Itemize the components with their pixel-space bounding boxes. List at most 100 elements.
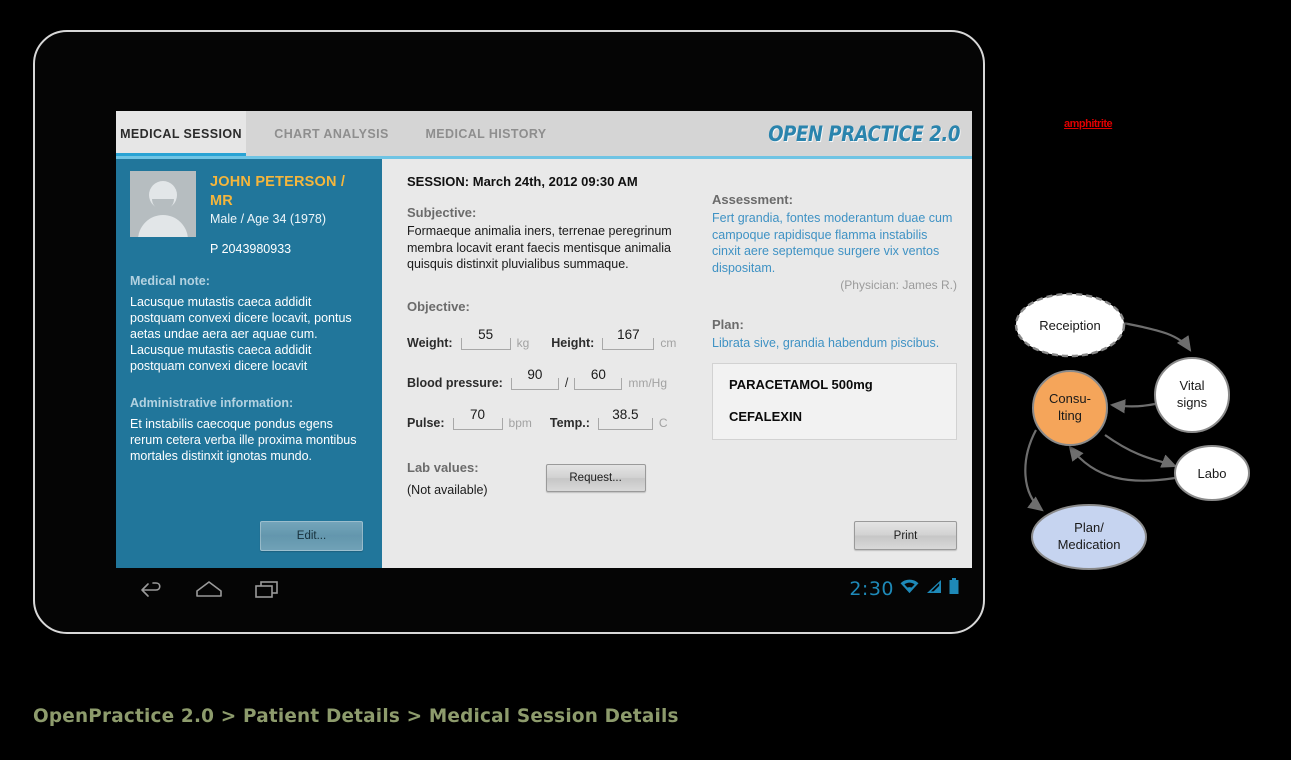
workflow-diagram: Receiption Vital signs Consu- lting Labo [1000,280,1280,580]
height-unit: cm [660,335,677,350]
edge-consulting-to-plan [1024,429,1044,512]
objective-label: Objective: [407,298,470,314]
bp-systolic-value: 90 [527,366,543,382]
diagram-label-labo: Labo [1198,466,1227,481]
diagram-label-plan-line2: Medication [1058,537,1121,552]
lab-values-status: (Not available) [407,482,488,497]
bp-diastolic-input[interactable]: 60 [574,366,623,390]
height-label: Height: [551,335,595,350]
administrative-information-label: Administrative information: [130,396,294,411]
administrative-information-text: Et instabilis caecoque pondus egens reru… [130,417,357,464]
temp-value: 38.5 [612,406,639,422]
temp-unit: C [658,415,668,430]
physician-credit: (Physician: James R.) [840,278,957,292]
recents-icon[interactable] [254,579,282,604]
screenshot-root: MEDICAL SESSION CHART ANALYSIS MEDICAL H… [0,0,1291,760]
height-input[interactable]: 167 [602,326,655,350]
app-logo: OPEN PRACTICE 2.0 [768,122,960,146]
tab-medical-session-label: MEDICAL SESSION [120,126,242,141]
edge-labo-to-consulting [1068,445,1176,482]
medication-list: PARACETAMOL 500mg CEFALEXIN [712,362,957,440]
diagram-label-reception: Receiption [1039,318,1100,333]
wifi-icon [899,578,920,600]
plan-label: Plan: [712,317,744,332]
diagram-node-labo: Labo [1174,445,1250,501]
signal-icon [925,578,943,600]
android-navigation-bar: 2:30 [116,568,972,616]
edge-vitalsigns-to-consulting [1109,399,1156,414]
session-left-column: SESSION: March 24th, 2012 09:30 AM Subje… [407,159,692,498]
session-title: SESSION: March 24th, 2012 09:30 AM [407,174,638,189]
plan-text[interactable]: Librata sive, grandia habendum piscibus. [712,335,957,352]
avatar [130,171,196,237]
diagram-label-plan-line1: Plan/ [1074,520,1104,535]
patient-name: JOHN PETERSON / MR [210,174,346,209]
pulse-input[interactable]: 70 [452,406,503,430]
medical-note-text: Lacusque mutastis caeca addidit postquam… [130,295,352,374]
session-right-column: Assessment: Fert grandia, fontes moderan… [712,159,957,440]
weight-value: 55 [478,326,494,342]
pulse-label: Pulse: [407,415,445,430]
android-nav-icons [138,579,282,604]
red-annotation-tag: amphitrite [1064,118,1113,130]
bp-systolic-input[interactable]: 90 [510,366,559,390]
blood-pressure-unit: mm/Hg [628,375,668,390]
edit-button[interactable]: Edit... [260,521,363,551]
weight-height-row: Weight: 55 kg Height: 167 cm [407,326,692,350]
lab-values-label: Lab values: [407,459,479,475]
tab-chart-analysis-label: CHART ANALYSIS [274,126,389,141]
session-content: SESSION: March 24th, 2012 09:30 AM Subje… [382,159,972,568]
medication-item: CEFALEXIN [729,408,802,424]
patient-demographics: Male / Age 34 (1978) [210,211,327,226]
subjective-label: Subjective: [407,205,477,220]
assessment-label: Assessment: [712,192,793,207]
pulse-value: 70 [470,406,486,422]
diagram-node-plan-medication: Plan/ Medication [1031,504,1147,570]
diagram-node-consulting: Consu- lting [1032,370,1108,446]
temp-input[interactable]: 38.5 [597,406,653,430]
subjective-text: Formaeque animalia iners, terrenae pereg… [407,224,672,271]
diagram-label-consulting-line1: Consu- [1049,391,1091,406]
bp-diastolic-value: 60 [590,366,606,382]
battery-icon [948,577,960,601]
assessment-text[interactable]: Fert grandia, fontes moderantum duae cum… [712,210,957,276]
home-icon[interactable] [194,579,224,604]
tablet-screen: MEDICAL SESSION CHART ANALYSIS MEDICAL H… [116,111,972,616]
avatar-mouth-shape [152,199,174,210]
blood-pressure-label: Blood pressure: [407,375,503,390]
tab-medical-history-label: MEDICAL HISTORY [425,126,547,141]
edge-consulting-to-labo [1104,434,1178,468]
breadcrumb-caption: OpenPractice 2.0 > Patient Details > Med… [33,705,679,727]
tablet-frame: MEDICAL SESSION CHART ANALYSIS MEDICAL H… [33,30,985,634]
weight-input[interactable]: 55 [460,326,511,350]
patient-header: JOHN PETERSON / MR Male / Age 34 (1978) … [130,171,368,256]
print-button[interactable]: Print [854,521,957,550]
tab-medical-history[interactable]: MEDICAL HISTORY [416,111,556,156]
pulse-unit: bpm [508,415,532,430]
edge-reception-to-vitalsigns [1122,321,1192,352]
diagram-node-reception: Receiption [1014,292,1126,358]
medical-note-label: Medical note: [130,274,210,289]
medication-item: PARACETAMOL 500mg [729,376,873,392]
avatar-body-shape [138,215,188,237]
patient-id: P 2043980933 [210,242,292,257]
weight-label: Weight: [407,335,453,350]
tab-medical-session[interactable]: MEDICAL SESSION [116,111,246,156]
diagram-label-vitalsigns-line1: Vital [1179,378,1204,393]
diagram-node-vitalsigns: Vital signs [1154,357,1230,433]
bp-separator: / [564,375,569,390]
weight-unit: kg [516,335,530,350]
lab-values-row: Lab values: (Not available) Request... [407,460,692,499]
diagram-label-vitalsigns-line2: signs [1177,395,1208,410]
height-value: 167 [617,326,640,342]
diagram-label-consulting-line2: lting [1058,408,1082,423]
tab-chart-analysis[interactable]: CHART ANALYSIS [264,111,399,156]
request-button[interactable]: Request... [545,463,646,492]
blood-pressure-row: Blood pressure: 90 / 60 mm/Hg [407,366,692,390]
pulse-temp-row: Pulse: 70 bpm Temp.: 38.5 C [407,406,692,430]
android-status-bar: 2:30 [849,577,960,601]
back-icon[interactable] [138,579,164,604]
patient-panel: JOHN PETERSON / MR Male / Age 34 (1978) … [116,159,382,568]
tab-bar: MEDICAL SESSION CHART ANALYSIS MEDICAL H… [116,111,972,156]
status-clock: 2:30 [849,578,894,600]
